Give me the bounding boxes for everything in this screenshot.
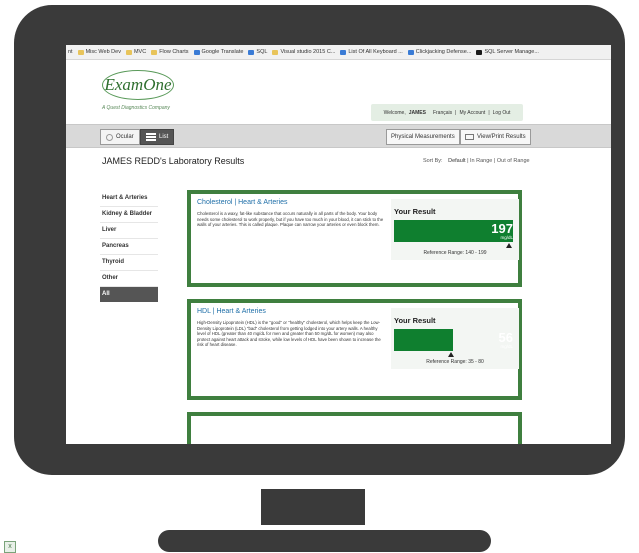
bookmark-icon <box>407 49 414 55</box>
monitor-stand-neck <box>261 489 365 525</box>
marker-triangle-icon <box>505 243 512 248</box>
account-bar: Welcome, JAMES Français | My Account | L… <box>371 104 523 121</box>
reference-range: Reference Range: 35 - 80 <box>426 359 484 365</box>
result-title[interactable]: Cholesterol | Heart & Arteries <box>197 199 288 206</box>
folder-icon <box>151 49 158 55</box>
monitor-stand-base <box>158 530 491 552</box>
browser-screen: nt Misc Web Dev MVC Flow Charts Google T… <box>66 45 611 444</box>
result-panel: Your Result 56 mg/dL Reference Range: 35… <box>391 308 519 369</box>
logout-link[interactable]: Log Out <box>493 110 511 116</box>
bookmark-item[interactable]: Visual studio 2015 C... <box>272 49 335 55</box>
result-card-next <box>187 412 522 444</box>
bookmark-item[interactable]: SQL <box>248 49 267 55</box>
ocular-view-button[interactable]: Ocular <box>100 129 140 145</box>
sort-default-link[interactable]: Default <box>448 158 465 164</box>
user-name: JAMES <box>408 109 426 116</box>
result-title[interactable]: HDL | Heart & Arteries <box>197 308 266 315</box>
result-gauge: 56 mg/dL <box>394 329 517 351</box>
sidebar-item-thyroid[interactable]: Thyroid <box>100 255 158 271</box>
gauge-fill <box>394 329 454 351</box>
sidebar-item-heart-arteries[interactable]: Heart & Arteries <box>100 191 158 207</box>
logo-tagline: A Quest Diagnostics Company <box>102 105 170 111</box>
sidebar-item-kidney-bladder[interactable]: Kidney & Bladder <box>100 207 158 223</box>
ocular-icon <box>106 133 113 141</box>
range-marker <box>391 242 519 249</box>
language-link[interactable]: Français <box>433 110 452 116</box>
list-icon <box>146 133 156 141</box>
sort-in-range-link[interactable]: In Range <box>470 158 492 164</box>
broken-image-icon: x <box>4 541 16 553</box>
bookmark-item[interactable]: nt <box>68 49 73 55</box>
bookmark-item[interactable]: SQL Server Manage... <box>476 49 539 55</box>
result-card-hdl: HDL | Heart & Arteries High-Density Lipo… <box>187 299 522 400</box>
translate-icon <box>193 49 200 55</box>
sidebar-item-pancreas[interactable]: Pancreas <box>100 239 158 255</box>
sort-out-of-range-link[interactable]: Out of Range <box>497 158 530 164</box>
results-header: JAMES REDD's Laboratory Results Sort By:… <box>66 148 611 174</box>
range-marker <box>391 351 519 358</box>
bookmark-icon <box>272 49 279 55</box>
category-sidebar: Heart & Arteries Kidney & Bladder Liver … <box>100 191 158 302</box>
result-unit: mg/dL <box>500 235 513 240</box>
sidebar-item-liver[interactable]: Liver <box>100 223 158 239</box>
monitor-frame: nt Misc Web Dev MVC Flow Charts Google T… <box>14 5 625 475</box>
bookmark-icon <box>340 49 347 55</box>
folder-icon <box>77 49 84 55</box>
list-view-button[interactable]: List <box>140 129 175 145</box>
view-toolbar: Ocular List Physical Measurements View/P… <box>66 124 611 148</box>
my-account-link[interactable]: My Account <box>459 110 485 116</box>
bookmark-icon <box>476 49 483 55</box>
result-value: 197 <box>491 221 513 236</box>
site-header: ExamOne A Quest Diagnostics Company Welc… <box>66 60 611 124</box>
physical-measurements-button[interactable]: Physical Measurements <box>386 129 460 145</box>
examone-logo[interactable]: ExamOne <box>102 70 174 100</box>
bookmarks-bar: nt Misc Web Dev MVC Flow Charts Google T… <box>66 45 611 60</box>
bookmark-item[interactable]: Flow Charts <box>151 49 189 55</box>
view-print-results-button[interactable]: View/Print Results <box>460 129 531 145</box>
result-description: Cholesterol is a waxy, fat-like substanc… <box>197 211 384 228</box>
page-title: JAMES REDD's Laboratory Results <box>102 156 245 166</box>
result-gauge: 197 mg/dL <box>394 220 517 242</box>
printer-icon <box>465 134 474 140</box>
sort-controls: Sort By: Default | In Range | Out of Ran… <box>423 158 530 164</box>
result-unit: mg/dL <box>500 344 513 349</box>
folder-icon <box>125 49 132 55</box>
bookmark-item[interactable]: MVC <box>125 49 146 55</box>
separator: | <box>455 109 457 116</box>
reference-range: Reference Range: 140 - 199 <box>423 250 487 256</box>
sidebar-item-all[interactable]: All <box>100 287 158 302</box>
bookmark-item[interactable]: List Of All Keyboard ... <box>340 49 403 55</box>
welcome-text: Welcome, <box>383 109 406 116</box>
separator: | <box>488 109 490 116</box>
sidebar-item-other[interactable]: Other <box>100 271 158 287</box>
marker-triangle-icon <box>448 352 455 357</box>
bookmark-item[interactable]: Google Translate <box>193 49 243 55</box>
result-description: High-Density Lipoprotein (HDL) is the "g… <box>197 320 381 348</box>
result-value: 56 <box>498 330 513 345</box>
your-result-label: Your Result <box>394 207 436 216</box>
result-card-cholesterol: Cholesterol | Heart & Arteries Cholester… <box>187 190 522 287</box>
result-panel: Your Result 197 mg/dL Reference Range: 1… <box>391 199 519 260</box>
bookmark-icon <box>248 49 255 55</box>
bookmark-item[interactable]: Clickjacking Defense... <box>407 49 471 55</box>
your-result-label: Your Result <box>394 316 436 325</box>
bookmark-item[interactable]: Misc Web Dev <box>77 49 121 55</box>
